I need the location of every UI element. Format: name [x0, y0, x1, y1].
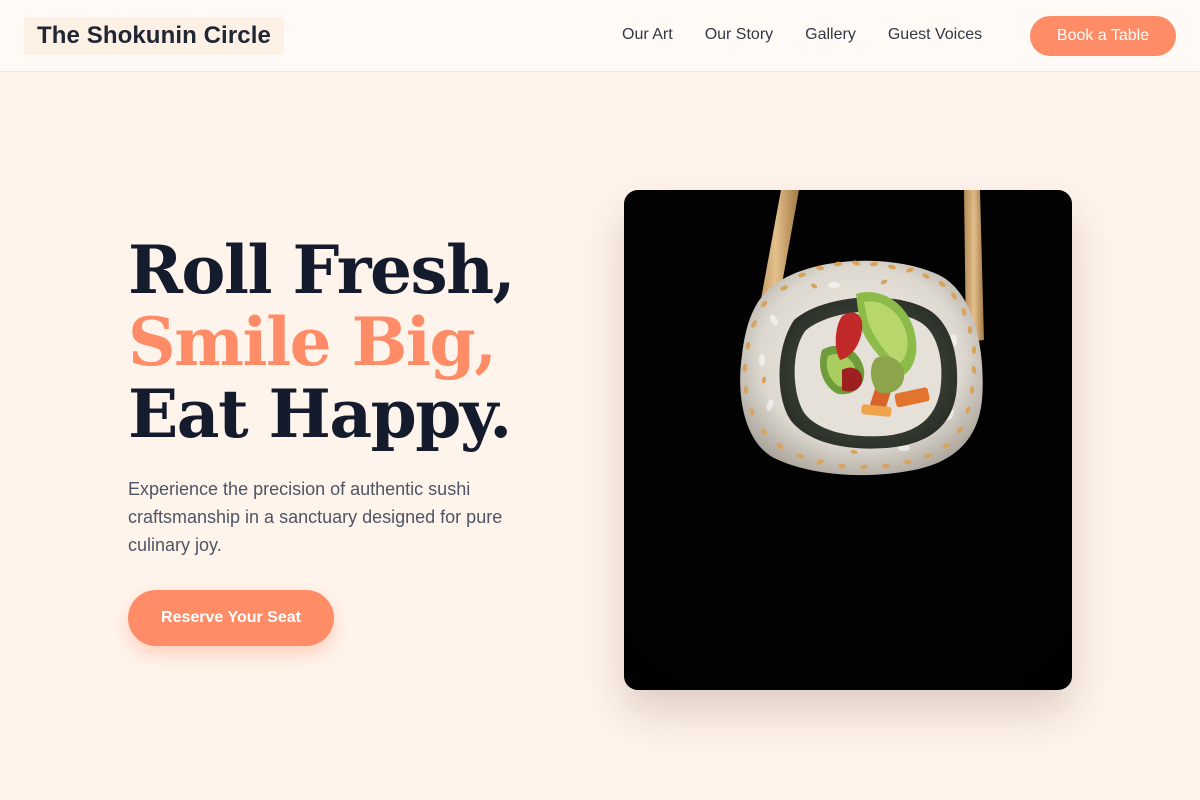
nav-link-gallery[interactable]: Gallery: [805, 26, 856, 44]
sushi-illustration: [624, 190, 1072, 690]
reserve-seat-button[interactable]: Reserve Your Seat: [128, 590, 334, 646]
book-table-button[interactable]: Book a Table: [1030, 16, 1176, 56]
hero-sushi-image: [624, 190, 1072, 690]
brand-logo[interactable]: The Shokunin Circle: [24, 17, 284, 55]
nav-link-our-art[interactable]: Our Art: [622, 26, 673, 44]
hero-title: Roll Fresh, Smile Big, Eat Happy.: [128, 231, 516, 453]
nav-link-our-story[interactable]: Our Story: [705, 26, 773, 44]
hero-title-line-1: Roll Fresh,: [128, 231, 516, 309]
nav-link-guest-voices[interactable]: Guest Voices: [888, 26, 982, 44]
nav-links: Our Art Our Story Gallery Guest Voices: [606, 0, 998, 70]
hero-subtitle: Experience the precision of authentic su…: [128, 479, 503, 555]
hero-title-line-3: Eat Happy.: [128, 375, 512, 453]
hero-title-line-2: Smile Big,: [128, 303, 497, 381]
top-navigation: The Shokunin Circle Our Art Our Story Ga…: [0, 0, 1200, 72]
